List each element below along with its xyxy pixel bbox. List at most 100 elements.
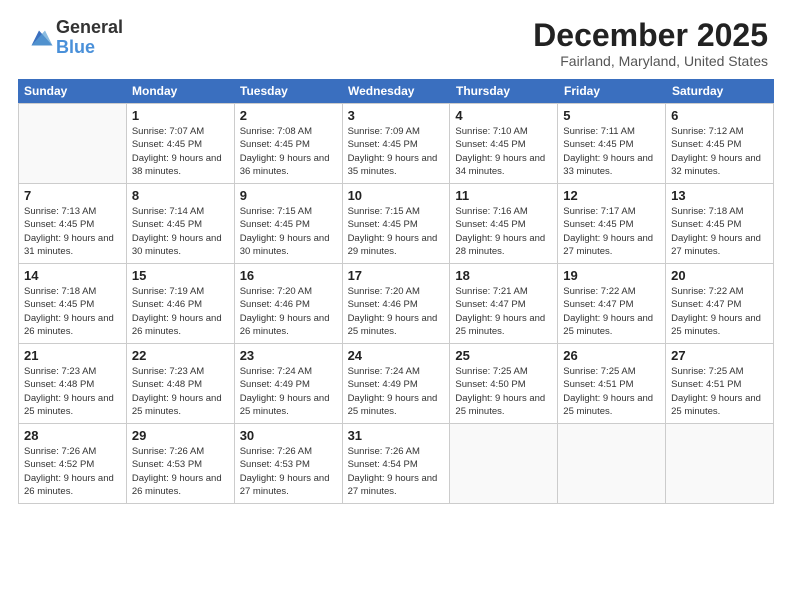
day-info: Sunrise: 7:26 AMSunset: 4:52 PMDaylight:… [24,445,121,498]
day-number: 26 [563,348,660,363]
day-info: Sunrise: 7:07 AMSunset: 4:45 PMDaylight:… [132,125,229,178]
day-number: 15 [132,268,229,283]
header-day-sunday: Sunday [18,79,126,103]
day-info: Sunrise: 7:26 AMSunset: 4:53 PMDaylight:… [132,445,229,498]
day-info: Sunrise: 7:16 AMSunset: 4:45 PMDaylight:… [455,205,552,258]
calendar-cell: 4Sunrise: 7:10 AMSunset: 4:45 PMDaylight… [450,104,558,184]
day-number: 17 [348,268,445,283]
day-number: 16 [240,268,337,283]
day-info: Sunrise: 7:24 AMSunset: 4:49 PMDaylight:… [240,365,337,418]
day-number: 1 [132,108,229,123]
header-day-monday: Monday [126,79,234,103]
page: General Blue December 2025 Fairland, Mar… [0,0,792,612]
day-number: 22 [132,348,229,363]
calendar-cell: 13Sunrise: 7:18 AMSunset: 4:45 PMDayligh… [666,184,774,264]
calendar-cell: 14 Sunrise: 7:18 AMSunset: 4:45 PMDayligh… [19,264,127,344]
day-info: Sunrise: 7:22 AMSunset: 4:47 PMDaylight:… [671,285,768,338]
calendar-cell: 1 Sunrise: 7:07 AMSunset: 4:45 PMDaylight… [127,104,235,184]
header: General Blue December 2025 Fairland, Mar… [0,0,792,79]
day-info: Sunrise: 7:26 AMSunset: 4:54 PMDaylight:… [348,445,445,498]
day-info: Sunrise: 7:15 AMSunset: 4:45 PMDaylight:… [348,205,445,258]
day-info: Sunrise: 7:25 AMSunset: 4:50 PMDaylight:… [455,365,552,418]
calendar-cell: 23 Sunrise: 7:24 AMSunset: 4:49 PMDayligh… [235,344,343,424]
day-info: Sunrise: 7:19 AMSunset: 4:46 PMDaylight:… [132,285,229,338]
calendar-cell: 19Sunrise: 7:22 AMSunset: 4:47 PMDayligh… [558,264,666,344]
calendar-cell: 16 Sunrise: 7:20 AMSunset: 4:46 PMDayligh… [235,264,343,344]
calendar-cell: 17 Sunrise: 7:20 AMSunset: 4:46 PMDayligh… [343,264,451,344]
header-day-saturday: Saturday [666,79,774,103]
day-info: Sunrise: 7:26 AMSunset: 4:53 PMDaylight:… [240,445,337,498]
logo-blue: Blue [56,38,123,58]
day-info: Sunrise: 7:24 AMSunset: 4:49 PMDaylight:… [348,365,445,418]
logo-text: General Blue [56,18,123,58]
header-day-thursday: Thursday [450,79,558,103]
calendar-cell: 18Sunrise: 7:21 AMSunset: 4:47 PMDayligh… [450,264,558,344]
day-number: 20 [671,268,768,283]
day-number: 11 [455,188,552,203]
day-number: 25 [455,348,552,363]
title-block: December 2025 Fairland, Maryland, United… [533,18,768,69]
calendar-cell: 27 Sunrise: 7:25 AMSunset: 4:51 PMDayligh… [666,344,774,424]
calendar-cell: 30Sunrise: 7:26 AMSunset: 4:53 PMDayligh… [235,424,343,504]
day-number: 29 [132,428,229,443]
day-info: Sunrise: 7:23 AMSunset: 4:48 PMDaylight:… [24,365,121,418]
calendar-cell [450,424,558,504]
day-info: Sunrise: 7:13 AMSunset: 4:45 PMDaylight:… [24,205,121,258]
day-info: Sunrise: 7:09 AMSunset: 4:45 PMDaylight:… [348,125,445,178]
day-info: Sunrise: 7:22 AMSunset: 4:47 PMDaylight:… [563,285,660,338]
day-number: 9 [240,188,337,203]
calendar-body: 1 Sunrise: 7:07 AMSunset: 4:45 PMDaylight… [18,103,774,504]
logo-general: General [56,18,123,38]
day-number: 21 [24,348,121,363]
calendar-cell: 22 Sunrise: 7:23 AMSunset: 4:48 PMDayligh… [127,344,235,424]
day-info: Sunrise: 7:17 AMSunset: 4:45 PMDaylight:… [563,205,660,258]
calendar-cell: 21 Sunrise: 7:23 AMSunset: 4:48 PMDayligh… [19,344,127,424]
day-info: Sunrise: 7:20 AMSunset: 4:46 PMDaylight:… [240,285,337,338]
calendar-cell: 11 Sunrise: 7:16 AMSunset: 4:45 PMDayligh… [450,184,558,264]
day-number: 7 [24,188,121,203]
calendar-cell [558,424,666,504]
calendar-cell: 28Sunrise: 7:26 AMSunset: 4:52 PMDayligh… [19,424,127,504]
day-info: Sunrise: 7:23 AMSunset: 4:48 PMDaylight:… [132,365,229,418]
day-number: 31 [348,428,445,443]
calendar-cell: 20 Sunrise: 7:22 AMSunset: 4:47 PMDayligh… [666,264,774,344]
calendar-cell: 15 Sunrise: 7:19 AMSunset: 4:46 PMDayligh… [127,264,235,344]
day-info: Sunrise: 7:14 AMSunset: 4:45 PMDaylight:… [132,205,229,258]
logo-icon [24,23,54,53]
calendar-cell: 7 Sunrise: 7:13 AMSunset: 4:45 PMDaylight… [19,184,127,264]
calendar-header: SundayMondayTuesdayWednesdayThursdayFrid… [18,79,774,103]
calendar-cell: 26 Sunrise: 7:25 AMSunset: 4:51 PMDayligh… [558,344,666,424]
day-info: Sunrise: 7:11 AMSunset: 4:45 PMDaylight:… [563,125,660,178]
calendar-cell: 9Sunrise: 7:15 AMSunset: 4:45 PMDaylight… [235,184,343,264]
day-number: 3 [348,108,445,123]
calendar-cell: 5Sunrise: 7:11 AMSunset: 4:45 PMDaylight… [558,104,666,184]
header-day-tuesday: Tuesday [234,79,342,103]
calendar-cell: 10 Sunrise: 7:15 AMSunset: 4:45 PMDayligh… [343,184,451,264]
day-info: Sunrise: 7:12 AMSunset: 4:45 PMDaylight:… [671,125,768,178]
day-info: Sunrise: 7:20 AMSunset: 4:46 PMDaylight:… [348,285,445,338]
day-number: 24 [348,348,445,363]
day-info: Sunrise: 7:25 AMSunset: 4:51 PMDaylight:… [563,365,660,418]
day-number: 12 [563,188,660,203]
month-title: December 2025 [533,18,768,53]
calendar-cell: 12 Sunrise: 7:17 AMSunset: 4:45 PMDayligh… [558,184,666,264]
day-number: 6 [671,108,768,123]
calendar: SundayMondayTuesdayWednesdayThursdayFrid… [18,79,774,504]
calendar-cell: 25 Sunrise: 7:25 AMSunset: 4:50 PMDayligh… [450,344,558,424]
calendar-cell: 6 Sunrise: 7:12 AMSunset: 4:45 PMDaylight… [666,104,774,184]
calendar-cell [19,104,127,184]
day-info: Sunrise: 7:18 AMSunset: 4:45 PMDaylight:… [24,285,121,338]
day-number: 23 [240,348,337,363]
logo: General Blue [24,18,123,58]
day-number: 10 [348,188,445,203]
calendar-cell: 29 Sunrise: 7:26 AMSunset: 4:53 PMDayligh… [127,424,235,504]
day-number: 14 [24,268,121,283]
day-info: Sunrise: 7:25 AMSunset: 4:51 PMDaylight:… [671,365,768,418]
day-info: Sunrise: 7:21 AMSunset: 4:47 PMDaylight:… [455,285,552,338]
calendar-cell: 3 Sunrise: 7:09 AMSunset: 4:45 PMDaylight… [343,104,451,184]
day-number: 8 [132,188,229,203]
day-number: 27 [671,348,768,363]
day-number: 4 [455,108,552,123]
day-info: Sunrise: 7:08 AMSunset: 4:45 PMDaylight:… [240,125,337,178]
calendar-cell: 8 Sunrise: 7:14 AMSunset: 4:45 PMDaylight… [127,184,235,264]
